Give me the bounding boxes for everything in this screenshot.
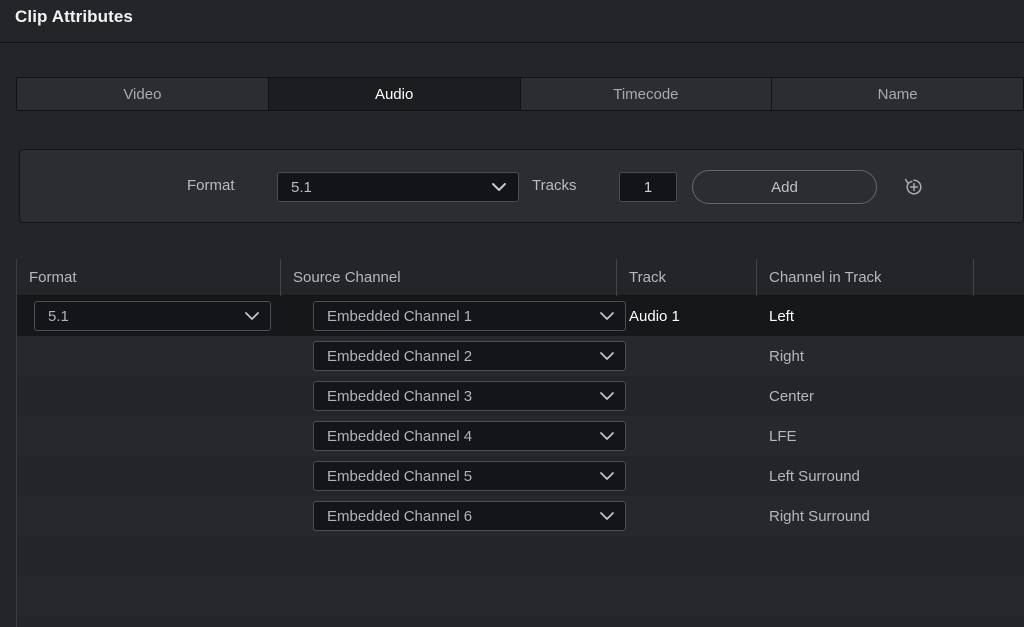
row-source-channel-select[interactable]: Embedded Channel 3 xyxy=(313,381,626,411)
chevron-down-icon xyxy=(594,431,620,441)
row-source-channel-select[interactable]: Embedded Channel 4 xyxy=(313,421,626,451)
table-row[interactable]: Embedded Channel 5 Left Surround xyxy=(17,456,1024,496)
table-row[interactable]: 5.1 Embedded Channel 1 Audio 1 Left xyxy=(17,296,1024,336)
table-row[interactable]: Embedded Channel 6 Right Surround xyxy=(17,496,1024,536)
row-source-channel-value: Embedded Channel 1 xyxy=(327,307,473,325)
tracks-input[interactable]: 1 xyxy=(619,172,677,202)
row-source-channel-value: Embedded Channel 6 xyxy=(327,507,473,525)
tracks-input-value: 1 xyxy=(643,178,653,196)
tab-name-label: Name xyxy=(877,85,918,103)
chevron-down-icon xyxy=(239,311,265,321)
column-header-track[interactable]: Track xyxy=(617,259,757,296)
channel-mapping-table: Format Source Channel Track Channel in T… xyxy=(16,259,1024,627)
format-label: Format xyxy=(187,177,235,194)
column-header-format[interactable]: Format xyxy=(17,259,281,296)
tracks-label: Tracks xyxy=(532,177,577,194)
tab-video[interactable]: Video xyxy=(17,78,269,110)
tab-audio[interactable]: Audio xyxy=(268,78,521,110)
row-channel-in-track-value: Center xyxy=(769,387,815,405)
tab-audio-label: Audio xyxy=(374,85,414,103)
row-source-channel-select[interactable]: Embedded Channel 6 xyxy=(313,501,626,531)
table-body: 5.1 Embedded Channel 1 Audio 1 Left Embe… xyxy=(17,296,1024,627)
chevron-down-icon xyxy=(594,391,620,401)
row-channel-in-track-value: Left Surround xyxy=(769,467,860,485)
reset-add-icon[interactable] xyxy=(899,172,929,202)
row-source-channel-select[interactable]: Embedded Channel 5 xyxy=(313,461,626,491)
window-titlebar: Clip Attributes xyxy=(0,0,1024,43)
table-row-empty xyxy=(17,616,1024,627)
chevron-down-icon xyxy=(594,511,620,521)
chevron-down-icon xyxy=(486,182,512,192)
column-header-channel-in-track[interactable]: Channel in Track xyxy=(757,259,974,296)
row-channel-in-track-value: Left xyxy=(769,307,795,325)
row-format-select[interactable]: 5.1 xyxy=(34,301,271,331)
attribute-tabs: Video Audio Timecode Name xyxy=(16,77,1024,111)
row-source-channel-value: Embedded Channel 2 xyxy=(327,347,473,365)
row-channel-in-track-value: LFE xyxy=(769,427,797,445)
format-select[interactable]: 5.1 xyxy=(277,172,519,202)
clip-attributes-window: Clip Attributes Video Audio Timecode Nam… xyxy=(0,0,1024,627)
row-source-channel-value: Embedded Channel 4 xyxy=(327,427,473,445)
table-row[interactable]: Embedded Channel 3 Center xyxy=(17,376,1024,416)
table-row[interactable]: Embedded Channel 2 Right xyxy=(17,336,1024,376)
tab-timecode[interactable]: Timecode xyxy=(520,78,773,110)
row-channel-in-track-value: Right xyxy=(769,347,805,365)
page-title: Clip Attributes xyxy=(15,7,133,26)
add-button[interactable]: Add xyxy=(692,170,877,204)
tab-timecode-label: Timecode xyxy=(613,85,679,103)
row-channel-in-track-value: Right Surround xyxy=(769,507,870,525)
chevron-down-icon xyxy=(594,471,620,481)
row-source-channel-value: Embedded Channel 5 xyxy=(327,467,473,485)
column-header-extra[interactable] xyxy=(974,259,1024,296)
audio-format-panel: Format 5.1 Tracks 1 Add xyxy=(19,149,1024,223)
column-header-source-channel[interactable]: Source Channel xyxy=(281,259,617,296)
tab-name[interactable]: Name xyxy=(772,78,1023,110)
table-row-empty xyxy=(17,536,1024,576)
chevron-down-icon xyxy=(594,351,620,361)
table-row[interactable]: Embedded Channel 4 LFE xyxy=(17,416,1024,456)
table-row-empty xyxy=(17,576,1024,616)
add-button-label: Add xyxy=(771,178,798,196)
table-header-row: Format Source Channel Track Channel in T… xyxy=(17,259,1024,296)
row-source-channel-select[interactable]: Embedded Channel 1 xyxy=(313,301,626,331)
tab-video-label: Video xyxy=(123,85,162,103)
row-format-value: 5.1 xyxy=(48,307,69,325)
row-source-channel-value: Embedded Channel 3 xyxy=(327,387,473,405)
row-track-value: Audio 1 xyxy=(629,307,680,325)
row-source-channel-select[interactable]: Embedded Channel 2 xyxy=(313,341,626,371)
format-select-value: 5.1 xyxy=(291,178,312,196)
